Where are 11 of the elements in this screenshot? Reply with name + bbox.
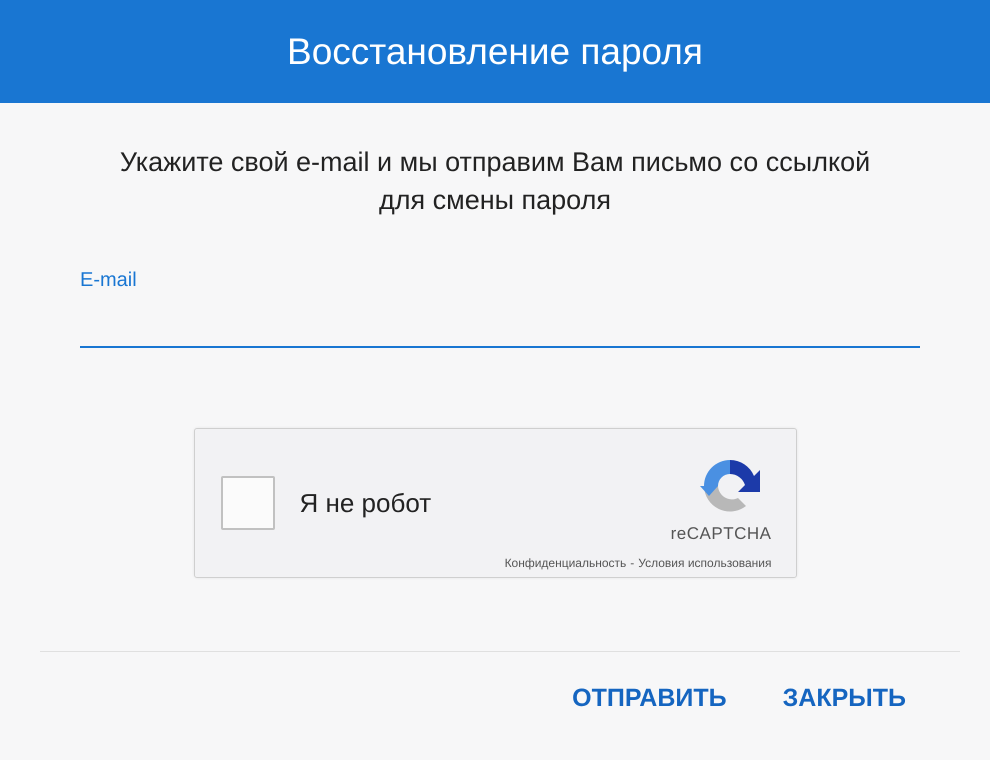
email-label: E-mail — [80, 269, 138, 292]
checkbox-label: Я не робот — [300, 488, 432, 518]
separator-text: - — [630, 556, 634, 570]
instruction-text: Укажите свой e-mail и мы отправим Вам письмо со ссылкой для смены пароля — [118, 146, 872, 217]
recaptcha-brand: reCAPTCHA — [670, 524, 772, 544]
close-button[interactable]: ЗАКРЫТЬ — [772, 678, 916, 719]
terms-link[interactable]: Условия использования — [638, 556, 772, 570]
dialog-title: Восстановление пароля — [287, 30, 703, 72]
checkbox[interactable] — [220, 476, 274, 530]
privacy-link[interactable]: Конфиденциальность — [504, 556, 626, 570]
submit-button[interactable]: ОТПРАВИТЬ — [562, 678, 737, 719]
